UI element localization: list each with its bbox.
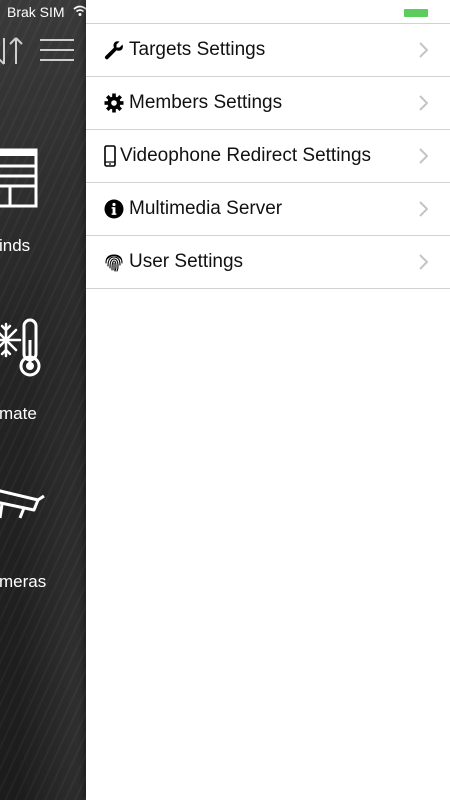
hamburger-menu-icon[interactable] [40, 38, 74, 62]
tile-label-blinds: inds [0, 236, 31, 255]
climate-icon[interactable] [0, 312, 44, 380]
settings-row-multimedia[interactable]: Multimedia Server [86, 183, 450, 236]
row-label: Members Settings [129, 92, 283, 113]
settings-list: Targets Settings Members Settings Videop… [86, 24, 450, 289]
info-icon [103, 198, 125, 220]
chevron-right-icon [419, 148, 428, 164]
tile-label-cameras: meras [0, 572, 47, 591]
wifi-icon [73, 5, 86, 16]
gear-icon [103, 92, 125, 114]
chevron-right-icon [419, 254, 428, 270]
settings-row-videophone[interactable]: Videophone Redirect Settings [86, 130, 450, 183]
carrier-label: Brak SIM [7, 4, 65, 20]
settings-row-members[interactable]: Members Settings [86, 77, 450, 130]
battery-indicator [404, 9, 428, 17]
background-app-panel: Brak SIM inds mate meras [0, 0, 86, 800]
chevron-right-icon [419, 42, 428, 58]
row-label: Videophone Redirect Settings [120, 145, 372, 166]
settings-panel: Targets Settings Members Settings Videop… [86, 0, 450, 800]
row-label: User Settings [129, 251, 244, 272]
chevron-right-icon [419, 95, 428, 111]
settings-row-targets[interactable]: Targets Settings [86, 24, 450, 77]
row-label: Multimedia Server [129, 198, 283, 219]
phone-icon [101, 145, 119, 167]
chevron-right-icon [419, 201, 428, 217]
blinds-icon[interactable] [0, 148, 40, 208]
wrench-icon [103, 39, 125, 61]
tile-label-climate: mate [0, 404, 37, 423]
sort-arrows-icon[interactable] [0, 34, 24, 68]
fingerprint-icon [103, 251, 125, 273]
row-label: Targets Settings [129, 39, 266, 60]
settings-row-user[interactable]: User Settings [86, 236, 450, 289]
camera-icon[interactable] [0, 478, 46, 524]
